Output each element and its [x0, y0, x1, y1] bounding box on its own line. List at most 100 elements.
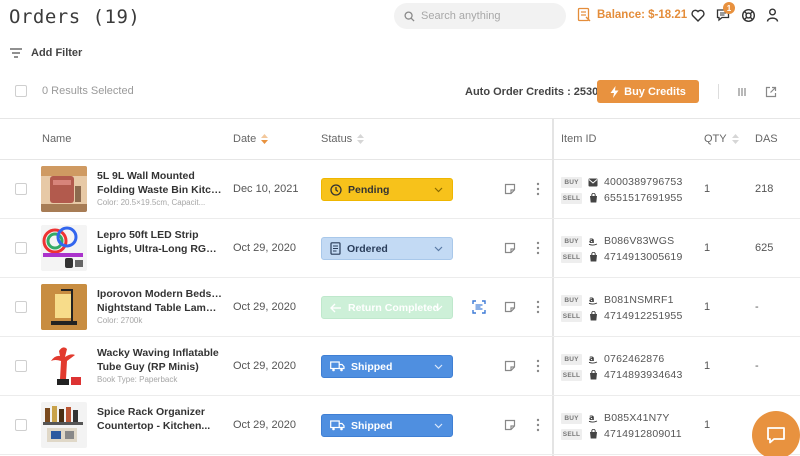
- buy-id: 4000389796753: [604, 176, 683, 188]
- buy-id-line[interactable]: BUY a 0762462876: [561, 351, 701, 367]
- buy-tag: BUY: [561, 176, 582, 188]
- amazon-icon: a: [588, 413, 598, 423]
- note-icon[interactable]: [504, 360, 516, 372]
- product-name[interactable]: 5L 9L Wall Mounted Folding Waste Bin Kitc…: [97, 169, 222, 197]
- more-options-icon[interactable]: [535, 359, 541, 373]
- buy-id: B081NSMRF1: [604, 294, 674, 306]
- chevron-down-icon: [434, 305, 443, 311]
- quantity: 1: [704, 183, 711, 195]
- product-image-waste-bin[interactable]: [41, 166, 87, 212]
- sort-icon: [357, 134, 365, 144]
- sell-id-line[interactable]: SELL 4714893934643: [561, 367, 701, 383]
- column-header-qty[interactable]: QTY: [704, 133, 739, 145]
- add-filter-label: Add Filter: [31, 47, 83, 59]
- more-options-icon[interactable]: [535, 241, 541, 255]
- buy-id-line[interactable]: BUY a B086V83WGS: [561, 233, 701, 249]
- sell-tag: SELL: [561, 192, 582, 204]
- notification-badge: 1: [723, 2, 735, 14]
- buy-id-line[interactable]: BUY a B081NSMRF1: [561, 292, 701, 308]
- buy-id-line[interactable]: BUY a B085X41N7Y: [561, 410, 701, 426]
- row-checkbox[interactable]: [15, 242, 27, 254]
- sell-id-line[interactable]: SELL 6551517691955: [561, 190, 701, 206]
- product-name[interactable]: Wacky Waving Inflatable Tube Guy (RP Mini…: [97, 346, 222, 374]
- status-dropdown[interactable]: Pending: [321, 178, 453, 201]
- chat-support-button[interactable]: [752, 411, 800, 456]
- order-date: Dec 10, 2021: [233, 183, 299, 195]
- heart-icon[interactable]: [690, 7, 706, 23]
- row-checkbox[interactable]: [15, 301, 27, 313]
- note-icon[interactable]: [504, 242, 516, 254]
- row-checkbox[interactable]: [15, 183, 27, 195]
- buy-credits-button[interactable]: Buy Credits: [597, 80, 699, 103]
- table-row[interactable]: Spice Rack Organizer Countertop - Kitchen…: [0, 396, 800, 455]
- column-header-date[interactable]: Date: [233, 133, 269, 145]
- product-image-tube-guy[interactable]: [41, 343, 87, 389]
- scan-icon[interactable]: [472, 300, 486, 314]
- external-link-icon[interactable]: [764, 85, 778, 99]
- note-icon[interactable]: [504, 301, 516, 313]
- messages-icon[interactable]: 1: [715, 2, 735, 23]
- svg-text:a: a: [589, 236, 595, 245]
- clock-icon: [330, 183, 342, 196]
- product-name[interactable]: Spice Rack Organizer Countertop - Kitchen…: [97, 405, 222, 433]
- product-variant: Book Type: Paperback: [97, 375, 178, 384]
- user-icon[interactable]: [764, 7, 780, 23]
- note-icon[interactable]: [504, 419, 516, 431]
- days-after-sale: -: [755, 301, 759, 313]
- quantity: 1: [704, 301, 711, 313]
- table-row[interactable]: Iporovon Modern Bedside Nightstand Table …: [0, 278, 800, 337]
- column-header-name: Name: [42, 133, 72, 145]
- table-row[interactable]: Wacky Waving Inflatable Tube Guy (RP Mini…: [0, 337, 800, 396]
- buy-credits-label: Buy Credits: [624, 85, 686, 98]
- add-filter-button[interactable]: Add Filter: [10, 47, 82, 59]
- product-variant: Color: 20.5×19.5cm, Capacit...: [97, 198, 206, 207]
- days-after-sale: 625: [755, 242, 774, 254]
- sell-id-line[interactable]: SELL 4714912809011: [561, 426, 701, 442]
- product-image-led-strip[interactable]: [41, 225, 87, 271]
- product-name[interactable]: Lepro 50ft LED Strip Lights, Ultra-Long R…: [97, 228, 222, 256]
- note-icon[interactable]: [504, 183, 516, 195]
- table-row[interactable]: Lepro 50ft LED Strip Lights, Ultra-Long R…: [0, 219, 800, 278]
- product-name[interactable]: Iporovon Modern Bedside Nightstand Table …: [97, 287, 222, 315]
- shopify-icon: [588, 311, 598, 321]
- more-options-icon[interactable]: [535, 418, 541, 432]
- results-selected-text: 0 Results Selected: [42, 85, 134, 97]
- sell-id-line[interactable]: SELL 4714912251955: [561, 308, 701, 324]
- aliexpress-icon: [588, 177, 598, 187]
- column-header-item-id: Item ID: [561, 133, 597, 145]
- balance-text: Balance: $-18.21: [597, 8, 688, 21]
- sort-icon: [731, 134, 739, 144]
- order-date: Oct 29, 2020: [233, 301, 296, 313]
- more-options-icon[interactable]: [535, 300, 541, 314]
- truck-icon: [330, 420, 345, 431]
- sell-id: 4714893934643: [604, 369, 683, 381]
- columns-icon[interactable]: [735, 85, 749, 99]
- buy-tag: BUY: [561, 412, 582, 424]
- help-lifebuoy-icon[interactable]: [740, 7, 756, 23]
- sell-id-line[interactable]: SELL 4714913005619: [561, 249, 701, 265]
- shopify-icon: [588, 252, 598, 262]
- column-header-status[interactable]: Status: [321, 133, 365, 145]
- row-checkbox[interactable]: [15, 419, 27, 431]
- filter-icon: [10, 48, 22, 58]
- more-options-icon[interactable]: [535, 182, 541, 196]
- status-dropdown[interactable]: Shipped: [321, 355, 453, 378]
- select-all-checkbox[interactable]: [15, 85, 27, 97]
- search-input[interactable]: [421, 10, 561, 22]
- status-dropdown[interactable]: Return Completed: [321, 296, 453, 319]
- search-box[interactable]: [394, 3, 566, 29]
- item-ids: BUY a 0762462876 SELL 4714893934643: [561, 351, 701, 383]
- table-row[interactable]: 5L 9L Wall Mounted Folding Waste Bin Kitc…: [0, 160, 800, 219]
- status-dropdown[interactable]: Shipped: [321, 414, 453, 437]
- row-checkbox[interactable]: [15, 360, 27, 372]
- lightning-icon: [610, 85, 619, 98]
- status-dropdown[interactable]: Ordered: [321, 237, 453, 260]
- product-image-spice-rack[interactable]: [41, 402, 87, 448]
- buy-id-line[interactable]: BUY 4000389796753: [561, 174, 701, 190]
- chevron-down-icon: [434, 187, 443, 193]
- receipt-icon: [330, 242, 341, 255]
- top-bar: Orders (19) Balance: $-18.21 1: [0, 0, 800, 34]
- buy-id: B085X41N7Y: [604, 412, 670, 424]
- balance-display[interactable]: Balance: $-18.21: [577, 7, 687, 22]
- product-image-table-lamp[interactable]: [41, 284, 87, 330]
